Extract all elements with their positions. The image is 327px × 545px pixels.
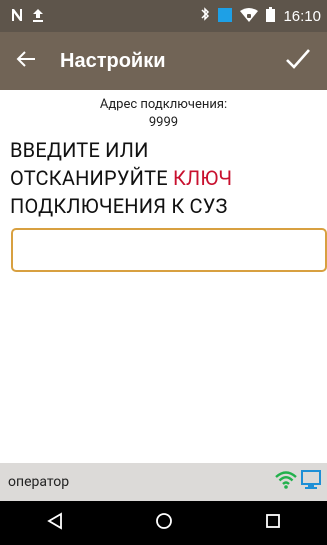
prompt-line-3: ПОДКЛЮЧЕНИЯ К СУЗ [10, 194, 228, 218]
app-bar: Настройки [0, 32, 327, 90]
nav-back-button[interactable] [35, 503, 75, 543]
page-title: Настройки [60, 49, 166, 72]
battery-icon [266, 6, 276, 26]
nav-home-button[interactable] [144, 503, 184, 543]
confirm-button[interactable] [283, 46, 313, 76]
back-triangle-icon [46, 512, 63, 534]
operator-label: оператор [8, 474, 70, 490]
bottom-status-bar: оператор [0, 463, 327, 501]
prompt-line-1: ВВЕДИТЕ ИЛИ [10, 138, 149, 162]
status-bar-left [10, 7, 44, 26]
arrow-left-icon [16, 50, 36, 72]
check-icon [285, 48, 311, 74]
nav-recents-button[interactable] [253, 503, 293, 543]
status-bar-right: 16:10 [200, 6, 321, 26]
connection-key-input[interactable] [11, 228, 327, 272]
prompt-highlight: КЛЮЧ [172, 166, 233, 190]
home-circle-icon [155, 512, 173, 534]
bottom-status-icons [275, 470, 321, 494]
prompt-line-2: ОТСКАНИРУЙТЕ КЛЮЧ [10, 164, 320, 192]
back-button[interactable] [14, 49, 38, 73]
wifi-icon [275, 471, 297, 493]
status-time: 16:10 [283, 7, 321, 25]
n-notification-icon [10, 7, 24, 26]
address-label: Адрес подключения: [99, 97, 228, 112]
prompt-line-2-text: ОТСКАНИРУЙТЕ [10, 166, 173, 190]
status-bar: 16:10 [0, 0, 327, 32]
monitor-icon [301, 470, 321, 494]
address-value: 9999 [148, 115, 179, 130]
navigation-bar [0, 501, 327, 545]
wifi-icon [240, 7, 259, 26]
upload-icon [32, 7, 44, 26]
blue-square-icon [218, 7, 233, 26]
recents-square-icon [265, 513, 281, 533]
bluetooth-icon [200, 6, 210, 26]
key-prompt: ВВЕДИТЕ ИЛИ ОТСКАНИРУЙТЕ КЛЮЧ ПОДКЛЮЧЕНИ… [10, 136, 320, 220]
